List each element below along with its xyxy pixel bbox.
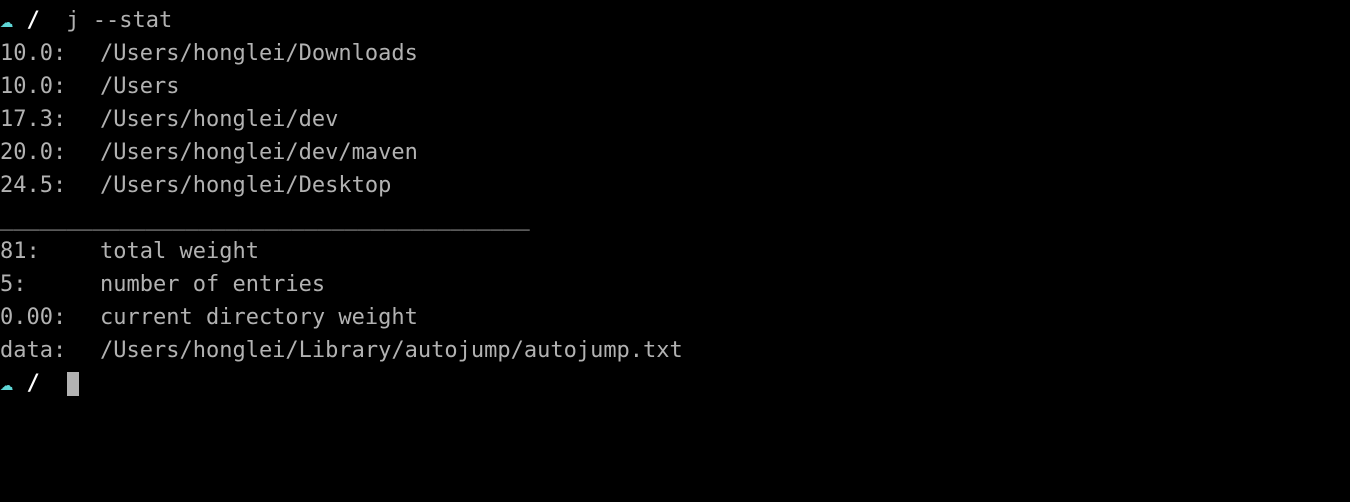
entry-weight: 24.5: bbox=[0, 169, 100, 202]
summary-label: number of entries bbox=[100, 272, 325, 297]
prompt-line[interactable]: ☁ / bbox=[0, 367, 1350, 400]
entry-path: /Users bbox=[100, 74, 179, 99]
summary-label: total weight bbox=[100, 239, 259, 264]
entry-row: 24.5:/Users/honglei/Desktop bbox=[0, 169, 1350, 202]
entry-weight: 10.0: bbox=[0, 37, 100, 70]
summary-key: 81: bbox=[0, 235, 100, 268]
entry-path: /Users/honglei/dev/maven bbox=[100, 140, 418, 165]
summary-row: 5:number of entries bbox=[0, 268, 1350, 301]
cursor bbox=[67, 372, 79, 396]
summary-row: 0.00:current directory weight bbox=[0, 301, 1350, 334]
entry-row: 10.0:/Users bbox=[0, 70, 1350, 103]
entry-row: 10.0:/Users/honglei/Downloads bbox=[0, 37, 1350, 70]
entry-weight: 17.3: bbox=[0, 103, 100, 136]
entry-weight: 20.0: bbox=[0, 136, 100, 169]
data-key: data: bbox=[0, 334, 100, 367]
entry-path: /Users/honglei/dev bbox=[100, 107, 338, 132]
entry-row: 17.3:/Users/honglei/dev bbox=[0, 103, 1350, 136]
cloud-icon: ☁ bbox=[0, 8, 13, 33]
summary-key: 5: bbox=[0, 268, 100, 301]
summary-row: 81:total weight bbox=[0, 235, 1350, 268]
data-path: /Users/honglei/Library/autojump/autojump… bbox=[100, 338, 683, 363]
entry-weight: 10.0: bbox=[0, 70, 100, 103]
entry-path: /Users/honglei/Downloads bbox=[100, 41, 418, 66]
data-row: data:/Users/honglei/Library/autojump/aut… bbox=[0, 334, 1350, 367]
command-text: j --stat bbox=[66, 8, 172, 33]
summary-key: 0.00: bbox=[0, 301, 100, 334]
cwd-path: / bbox=[27, 8, 40, 33]
entry-row: 20.0:/Users/honglei/dev/maven bbox=[0, 136, 1350, 169]
separator-line: ________________________________________ bbox=[0, 202, 1350, 235]
cwd-path: / bbox=[27, 371, 40, 396]
summary-label: current directory weight bbox=[100, 305, 418, 330]
prompt-line[interactable]: ☁ / j --stat bbox=[0, 4, 1350, 37]
entry-path: /Users/honglei/Desktop bbox=[100, 173, 391, 198]
cloud-icon: ☁ bbox=[0, 371, 13, 396]
